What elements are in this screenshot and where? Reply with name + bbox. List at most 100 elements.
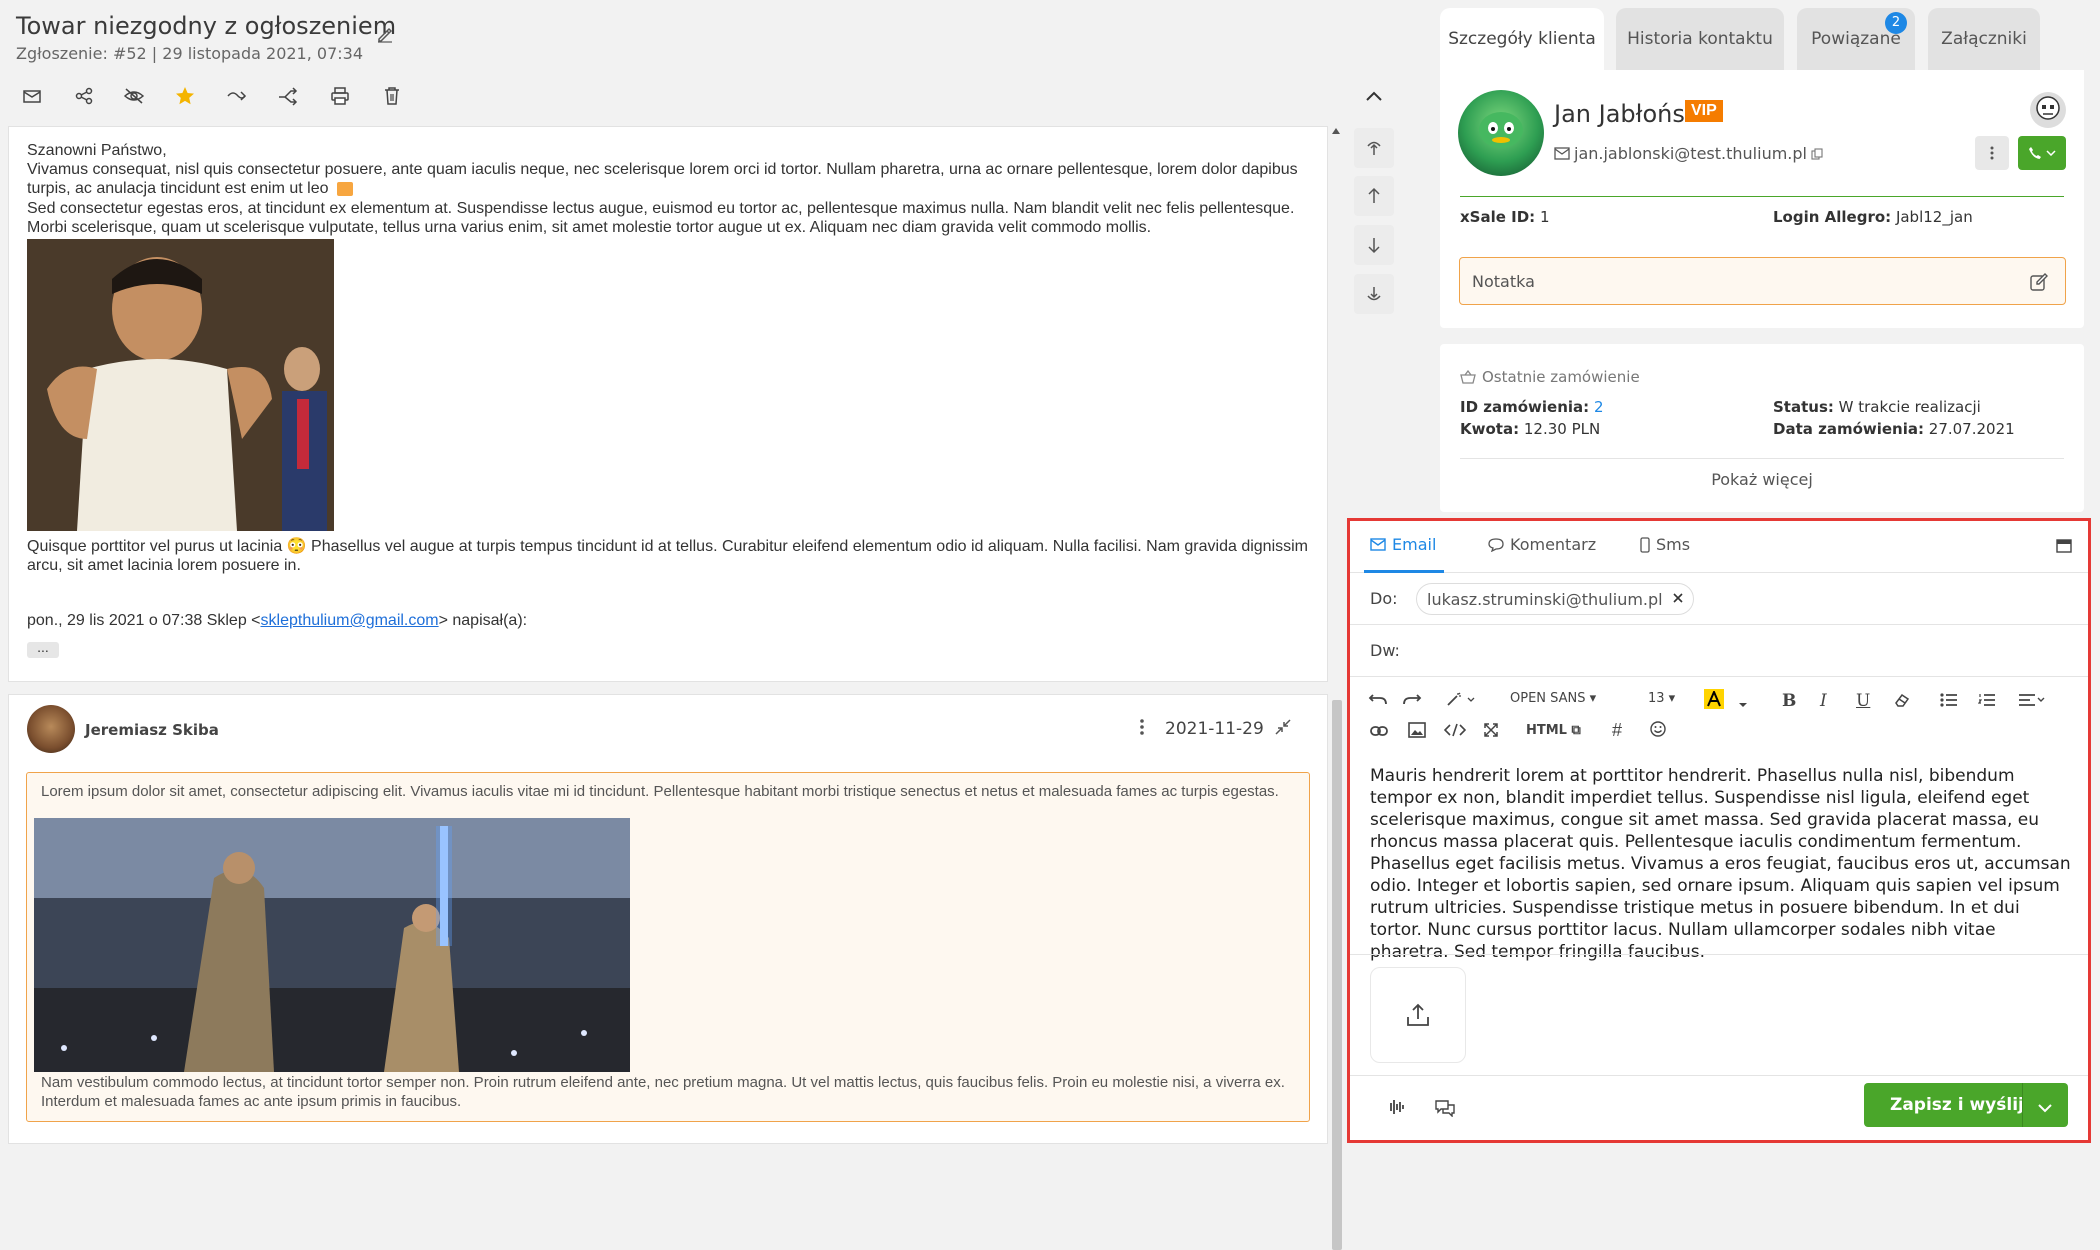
allegro-login: Login Allegro: Jabl12_jan	[1773, 208, 1973, 226]
code-icon[interactable]	[1443, 723, 1467, 742]
collapse-icon[interactable]	[1273, 717, 1293, 742]
client-name: Jan Jabłoński	[1554, 100, 1706, 128]
message-date: 2021-11-29	[1165, 719, 1264, 739]
chevron-up-icon[interactable]	[1362, 84, 1386, 108]
upload-attachment-button[interactable]	[1370, 967, 1466, 1063]
trash-icon[interactable]	[380, 84, 404, 108]
star-icon[interactable]	[173, 84, 197, 108]
message-body-editor[interactable]: Mauris hendrerit lorem at porttitor hend…	[1370, 765, 2074, 963]
eraser-icon[interactable]	[1894, 693, 1910, 712]
scroll-top-button[interactable]	[1354, 128, 1394, 168]
more-options-icon[interactable]	[1139, 717, 1145, 742]
previous-message-button[interactable]	[1354, 176, 1394, 216]
font-family-select[interactable]: OPEN SANS ▾	[1510, 691, 1596, 706]
note-field[interactable]: Notatka	[1459, 257, 2066, 305]
bullet-list-icon[interactable]	[1940, 693, 1958, 712]
share-icon[interactable]	[72, 84, 96, 108]
comment-icon	[1488, 538, 1504, 552]
redo-icon[interactable]	[1402, 691, 1422, 712]
quote-header: pon., 29 lis 2021 o 07:38 Sklep <sklepth…	[27, 612, 528, 629]
magic-wand-icon[interactable]	[1446, 691, 1476, 712]
cc-label: Dw:	[1370, 641, 1400, 660]
reply-composer: Email Komentarz Sms Do: lukasz.struminsk…	[1347, 518, 2091, 1143]
envelope-icon	[1554, 147, 1570, 160]
composer-tabs: Email Komentarz Sms	[1350, 521, 2088, 573]
show-more-link[interactable]: Pokaż więcej	[1440, 470, 2084, 489]
note-placeholder: Notatka	[1472, 272, 1535, 291]
align-icon[interactable]	[2018, 693, 2046, 712]
hashtag-icon[interactable]: #	[1612, 720, 1622, 741]
ticket-header: Towar niezgodny z ogłoszeniem Zgłoszenie…	[0, 0, 1400, 120]
expand-window-icon[interactable]	[2056, 539, 2072, 558]
attached-photo	[34, 818, 630, 1072]
phone-icon	[2029, 147, 2041, 159]
underline-icon[interactable]: U	[1856, 691, 1870, 711]
order-id-link[interactable]: 2	[1594, 398, 1604, 416]
edit-title-icon[interactable]	[376, 26, 394, 44]
scrollbar[interactable]	[1330, 126, 1344, 1250]
forward-icon[interactable]	[225, 84, 249, 108]
cc-row[interactable]: Dw:	[1350, 625, 2088, 677]
client-avatar	[1458, 90, 1544, 176]
more-actions-button[interactable]	[1975, 136, 2009, 170]
divider	[1460, 196, 2064, 197]
chat-icon[interactable]	[1434, 1099, 1456, 1122]
quote-email-link[interactable]: sklepthulium@gmail.com	[261, 612, 439, 629]
copy-icon[interactable]	[1811, 147, 1823, 160]
basket-icon	[1460, 370, 1476, 384]
tab-client-details[interactable]: Szczegóły klienta	[1440, 8, 1604, 70]
upload-icon	[1407, 1003, 1429, 1026]
recipient-chip[interactable]: lukasz.struminski@thulium.pl	[1416, 583, 1694, 615]
highlight-color-icon[interactable]	[1704, 689, 1724, 709]
bold-icon[interactable]: B	[1782, 691, 1796, 711]
next-message-button[interactable]	[1354, 225, 1394, 265]
message-greeting: Szanowni Państwo,	[27, 142, 167, 159]
italic-icon[interactable]: I	[1820, 691, 1827, 711]
fullscreen-icon[interactable]	[1484, 723, 1498, 742]
print-icon[interactable]	[328, 84, 352, 108]
image-icon[interactable]	[1408, 722, 1426, 743]
numbered-list-icon[interactable]	[1977, 693, 1996, 712]
call-button[interactable]	[2018, 136, 2066, 170]
message-paragraph: Lorem ipsum dolor sit amet, consectetur …	[41, 783, 1279, 800]
related-count-badge: 2	[1885, 12, 1907, 34]
save-and-send-button[interactable]: Zapisz i wyślij	[1864, 1083, 2068, 1127]
remove-recipient-icon[interactable]	[1673, 590, 1683, 608]
xsale-id: xSale ID: 1	[1460, 208, 1550, 226]
message-paragraph: Vivamus consequat, nisl quis consectetur…	[27, 161, 1298, 197]
order-status: Status: W trakcie realizacji	[1773, 398, 1981, 416]
editor-toolbar: OPEN SANS ▾ 13 ▾ B I U HTML ⧉ #	[1350, 681, 2088, 745]
tab-sms[interactable]: Sms	[1640, 535, 1690, 554]
scroll-up-arrow[interactable]	[1332, 128, 1340, 134]
avatar	[27, 705, 75, 753]
font-size-select[interactable]: 13 ▾	[1648, 691, 1675, 706]
emoji-icon[interactable]	[1650, 721, 1666, 742]
html-mode-button[interactable]: HTML ⧉	[1526, 723, 1581, 738]
tab-related[interactable]: Powiązane 2	[1797, 8, 1915, 70]
divider	[1460, 458, 2064, 459]
chevron-down-icon[interactable]	[2038, 1100, 2052, 1118]
order-date: Data zamówienia: 27.07.2021	[1773, 420, 2015, 438]
tab-comment[interactable]: Komentarz	[1488, 535, 1596, 554]
undo-icon[interactable]	[1368, 691, 1388, 712]
show-quoted-button[interactable]: ...	[27, 640, 59, 658]
order-header: Ostatnie zamówienie	[1460, 368, 1640, 386]
client-email[interactable]: jan.jablonski@test.thulium.pl	[1554, 144, 1823, 163]
tab-contact-history[interactable]: Historia kontaktu	[1616, 8, 1784, 70]
audio-wave-icon[interactable]	[1386, 1099, 1406, 1120]
scrollbar-thumb[interactable]	[1332, 700, 1342, 1250]
message-paragraph: Nam vestibulum commodo lectus, at tincid…	[41, 1074, 1285, 1110]
chevron-down-icon[interactable]	[1738, 695, 1748, 713]
envelope-icon	[1370, 538, 1386, 551]
message-author: Jeremiasz Skiba	[85, 721, 219, 739]
scroll-bottom-button[interactable]	[1354, 274, 1394, 314]
mail-icon[interactable]	[20, 84, 44, 108]
eye-off-icon[interactable]	[122, 84, 146, 108]
tab-email[interactable]: Email	[1370, 535, 1436, 554]
link-icon[interactable]	[1370, 724, 1388, 742]
divider	[1350, 954, 2088, 955]
ticket-subtitle: Zgłoszenie: #52 | 29 listopada 2021, 07:…	[16, 44, 364, 63]
tab-attachments[interactable]: Załączniki	[1928, 8, 2040, 70]
split-icon[interactable]	[276, 84, 300, 108]
edit-note-icon[interactable]	[2029, 272, 2049, 297]
